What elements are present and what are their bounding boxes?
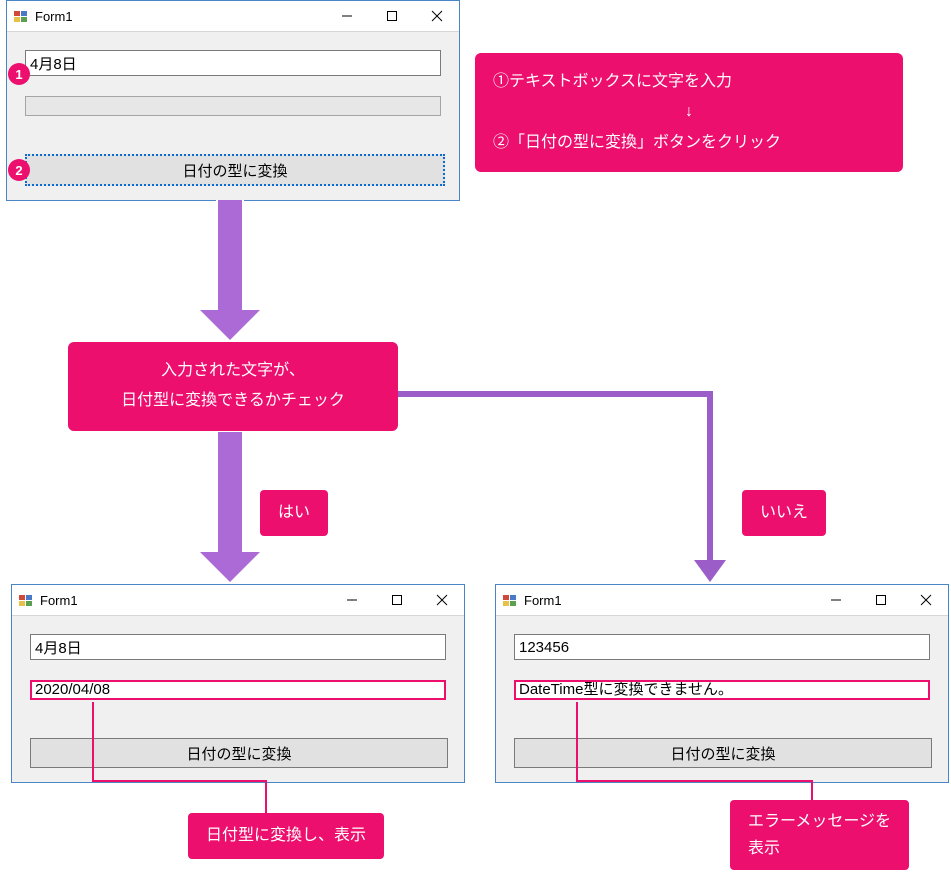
pink-connector-no-v2 bbox=[811, 780, 813, 800]
branch-no-label: いいえ bbox=[742, 490, 826, 536]
decision-callout: 入力された文字が、 日付型に変換できるかチェック bbox=[68, 342, 398, 431]
minimize-button[interactable] bbox=[329, 586, 374, 614]
arrow-decision-to-no bbox=[694, 560, 726, 582]
maximize-button[interactable] bbox=[369, 2, 414, 30]
input-textbox[interactable] bbox=[30, 634, 446, 660]
titlebar: Form1 bbox=[496, 585, 948, 616]
maximize-button[interactable] bbox=[858, 586, 903, 614]
pink-connector-no-v bbox=[576, 702, 578, 780]
result-no-callout: エラーメッセージを 表示 bbox=[730, 800, 909, 870]
instruction-line2: ②「日付の型に変換」ボタンをクリック bbox=[493, 128, 885, 158]
decision-line2: 日付型に変換できるかチェック bbox=[86, 386, 380, 416]
close-button[interactable] bbox=[414, 2, 459, 30]
instructions-callout: ①テキストボックスに文字を入力 ↓ ②「日付の型に変換」ボタンをクリック bbox=[475, 53, 903, 172]
form-title: Form1 bbox=[524, 593, 562, 608]
form-top: Form1 日付の型に変換 bbox=[6, 0, 460, 201]
output-label: 2020/04/08 bbox=[30, 680, 446, 700]
maximize-button[interactable] bbox=[374, 586, 419, 614]
pink-connector-no-h2 bbox=[748, 780, 811, 782]
form-icon bbox=[502, 592, 518, 608]
pink-connector-no-h bbox=[576, 780, 748, 782]
badge-1: 1 bbox=[8, 63, 30, 85]
form-no: Form1 DateTime型に変換できません。 日付の型に変換 bbox=[495, 584, 949, 783]
convert-button[interactable]: 日付の型に変換 bbox=[25, 154, 445, 186]
titlebar: Form1 bbox=[7, 1, 459, 32]
output-label: DateTime型に変換できません。 bbox=[514, 680, 930, 700]
branch-line-h bbox=[398, 391, 713, 397]
badge-2: 2 bbox=[8, 159, 30, 181]
form-yes: Form1 2020/04/08 日付の型に変換 bbox=[11, 584, 465, 783]
input-textbox[interactable] bbox=[514, 634, 930, 660]
arrow-decision-to-yes bbox=[200, 432, 260, 582]
branch-line-v bbox=[707, 391, 713, 563]
minimize-button[interactable] bbox=[813, 586, 858, 614]
close-button[interactable] bbox=[419, 586, 464, 614]
titlebar: Form1 bbox=[12, 585, 464, 616]
result-no-line1: エラーメッセージを bbox=[748, 808, 891, 835]
pink-connector-yes-v2 bbox=[265, 780, 267, 813]
form-icon bbox=[18, 592, 34, 608]
input-textbox[interactable] bbox=[25, 50, 441, 76]
decision-line1: 入力された文字が、 bbox=[86, 356, 380, 386]
minimize-button[interactable] bbox=[324, 2, 369, 30]
result-yes-callout: 日付型に変換し、表示 bbox=[188, 813, 384, 859]
instruction-line1: ①テキストボックスに文字を入力 bbox=[493, 67, 885, 97]
arrow-top-to-decision bbox=[200, 200, 260, 340]
pink-connector-yes-h bbox=[92, 780, 188, 782]
form-icon bbox=[13, 8, 29, 24]
form-title: Form1 bbox=[40, 593, 78, 608]
branch-yes-label: はい bbox=[260, 490, 328, 536]
pink-connector-yes-v bbox=[92, 702, 94, 780]
output-label bbox=[25, 96, 441, 116]
close-button[interactable] bbox=[903, 586, 948, 614]
pink-connector-yes-h2 bbox=[188, 780, 265, 782]
result-no-line2: 表示 bbox=[748, 835, 891, 862]
instruction-arrow: ↓ bbox=[493, 97, 885, 127]
form-title: Form1 bbox=[35, 9, 73, 24]
